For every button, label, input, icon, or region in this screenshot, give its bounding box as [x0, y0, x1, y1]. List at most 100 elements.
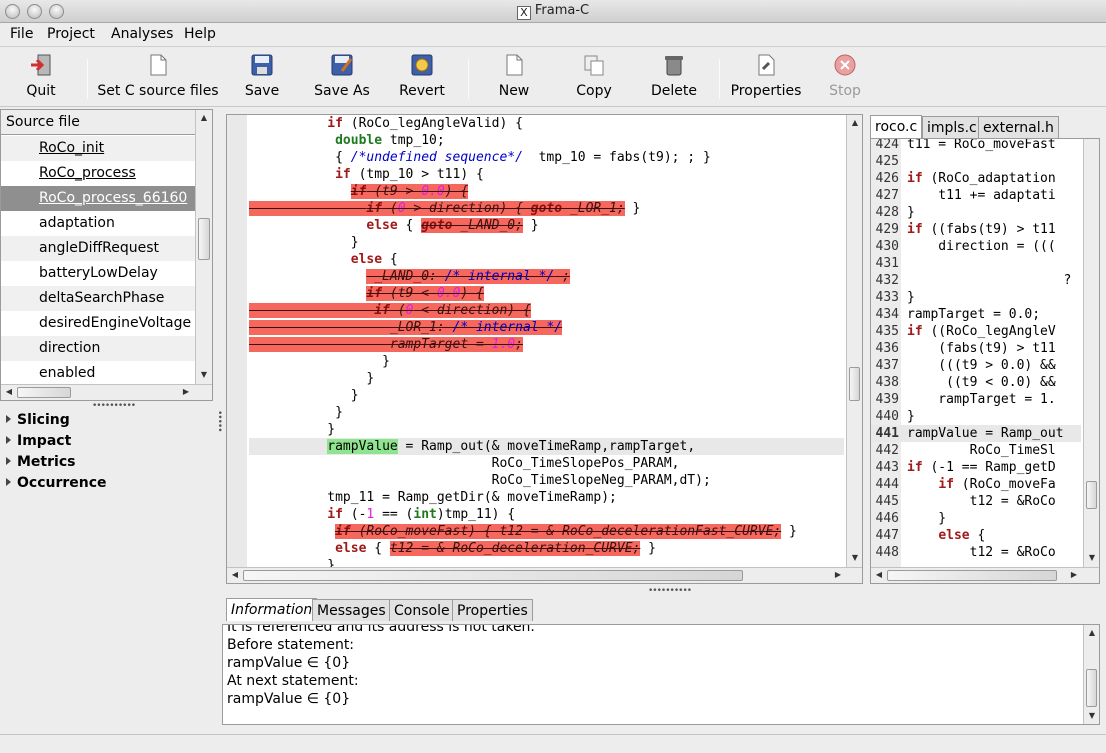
- file-item[interactable]: enabled: [1, 361, 195, 384]
- tab-impls-c[interactable]: impls.c: [922, 116, 982, 138]
- source-line[interactable]: 427 t11 += adaptati: [871, 187, 1081, 204]
- source-line[interactable]: 447 else {: [871, 527, 1081, 544]
- code-line[interactable]: if (RoCo_moveFast) { t12 = & RoCo_decele…: [249, 523, 844, 540]
- code-line[interactable]: RoCo_TimeSlopeNeg_PARAM,dT);: [249, 472, 844, 489]
- file-list-vscrollbar[interactable]: ▲ ▼: [195, 110, 212, 384]
- source-line[interactable]: 434 rampTarget = 0.0;: [871, 306, 1081, 323]
- scroll-thumb[interactable]: [887, 570, 1057, 581]
- cil-code-view[interactable]: if (RoCo_legAngleValid) { double tmp_10;…: [226, 114, 863, 584]
- code-line[interactable]: }: [249, 404, 844, 421]
- source-file-header[interactable]: Source file: [1, 110, 195, 135]
- quit-button[interactable]: Quit: [20, 53, 62, 103]
- source-line[interactable]: 425: [871, 153, 1081, 170]
- code-line[interactable]: rampTarget = 1.0;: [249, 336, 844, 353]
- scroll-down-arrow-icon[interactable]: ▼: [848, 551, 862, 565]
- code-hscrollbar[interactable]: ◀ ▶: [227, 567, 862, 583]
- info-vscrollbar[interactable]: ▲ ▼: [1083, 625, 1099, 724]
- code-line[interactable]: if (-1 == (int)tmp_11) {: [249, 506, 844, 523]
- file-item[interactable]: desiredEngineVoltage: [1, 311, 195, 336]
- scroll-thumb[interactable]: [1086, 481, 1097, 509]
- code-line[interactable]: else {: [249, 251, 844, 268]
- scroll-down-arrow-icon[interactable]: ▼: [1085, 551, 1099, 565]
- scroll-thumb[interactable]: [849, 367, 860, 401]
- code-line[interactable]: if (RoCo_legAngleValid) {: [249, 115, 844, 132]
- code-line[interactable]: _LAND_0: /* internal */ ;: [249, 268, 844, 285]
- source-line[interactable]: 435 if ((RoCo_legAngleV: [871, 323, 1081, 340]
- source-line[interactable]: 443 if (-1 == Ramp_getD: [871, 459, 1081, 476]
- selected-lvalue[interactable]: rampValue: [327, 439, 398, 454]
- code-line[interactable]: }: [249, 557, 844, 567]
- scroll-right-arrow-icon[interactable]: ▶: [831, 568, 845, 582]
- scroll-left-arrow-icon[interactable]: ◀: [2, 385, 16, 399]
- file-item[interactable]: adaptation: [1, 211, 195, 236]
- code-line[interactable]: if (t9 < 0.0) {: [249, 285, 844, 302]
- menu-project[interactable]: Project: [47, 26, 95, 42]
- plugin-slicing[interactable]: Slicing: [6, 412, 70, 428]
- source-line[interactable]: 446 }: [871, 510, 1081, 527]
- scroll-down-arrow-icon[interactable]: ▼: [197, 368, 211, 382]
- stop-button[interactable]: Stop: [826, 53, 864, 103]
- source-line[interactable]: 440}: [871, 408, 1081, 425]
- code-line[interactable]: }: [249, 370, 844, 387]
- source-line[interactable]: 424 t11 = RoCo_moveFast: [871, 139, 1081, 153]
- code-vscrollbar[interactable]: ▲ ▼: [846, 115, 862, 567]
- tab-roco-c[interactable]: roco.c: [870, 115, 923, 138]
- code-line[interactable]: _LOR_1: /* internal */: [249, 319, 844, 336]
- scroll-thumb[interactable]: [198, 218, 210, 260]
- source-code-view[interactable]: 424 t11 = RoCo_moveFast 425 426 if (RoCo_ada…: [870, 138, 1100, 584]
- code-line[interactable]: }: [249, 353, 844, 370]
- scroll-up-arrow-icon[interactable]: ▲: [197, 111, 211, 125]
- source-line[interactable]: 431: [871, 255, 1081, 272]
- code-line[interactable]: }: [249, 421, 844, 438]
- tab-external-h[interactable]: external.h: [978, 116, 1059, 138]
- file-item[interactable]: direction: [1, 336, 195, 361]
- menu-file[interactable]: File: [10, 26, 33, 42]
- code-line[interactable]: if (tmp_10 > t11) {: [249, 166, 844, 183]
- tab-information[interactable]: Information: [226, 598, 318, 621]
- file-item[interactable]: batteryLowDelay: [1, 261, 195, 286]
- plugin-metrics[interactable]: Metrics: [6, 454, 75, 470]
- code-line[interactable]: tmp_11 = Ramp_getDir(& moveTimeRamp);: [249, 489, 844, 506]
- file-item[interactable]: RoCo_process: [1, 161, 195, 186]
- set-sources-button[interactable]: Set C source files: [97, 53, 219, 103]
- code-line[interactable]: if (t9 > 0.0) {: [249, 183, 844, 200]
- source-line[interactable]: 432 ?: [871, 272, 1081, 289]
- scroll-right-arrow-icon[interactable]: ▶: [1067, 568, 1081, 582]
- tab-properties[interactable]: Properties: [452, 599, 533, 621]
- code-line[interactable]: { /*undefined sequence*/ tmp_10 = fabs(t…: [249, 149, 844, 166]
- source-line[interactable]: 428}: [871, 204, 1081, 221]
- tab-messages[interactable]: Messages: [312, 599, 391, 621]
- scroll-thumb[interactable]: [1086, 669, 1097, 707]
- source-line[interactable]: 441 rampValue = Ramp_out: [871, 425, 1081, 442]
- new-button[interactable]: New: [494, 53, 534, 103]
- source-line[interactable]: 426 if (RoCo_adaptation: [871, 170, 1081, 187]
- scroll-right-arrow-icon[interactable]: ▶: [179, 385, 193, 399]
- source-hscrollbar[interactable]: ◀ ▶: [871, 567, 1099, 583]
- scroll-thumb[interactable]: [17, 387, 71, 398]
- save-button[interactable]: Save: [240, 53, 284, 103]
- source-line[interactable]: 444 if (RoCo_moveFa: [871, 476, 1081, 493]
- source-code-content[interactable]: 424 t11 = RoCo_moveFast 425 426 if (RoCo_ada…: [871, 139, 1081, 567]
- plugin-occurrence[interactable]: Occurrence: [6, 475, 107, 491]
- source-line[interactable]: 437 (((t9 > 0.0) &&: [871, 357, 1081, 374]
- save-as-button[interactable]: Save As: [313, 53, 371, 103]
- delete-button[interactable]: Delete: [648, 53, 700, 103]
- menu-analyses[interactable]: Analyses: [111, 26, 173, 42]
- code-content[interactable]: if (RoCo_legAngleValid) { double tmp_10;…: [249, 115, 844, 567]
- pane-resize-grip[interactable]: ••••••••••: [648, 586, 692, 596]
- scroll-up-arrow-icon[interactable]: ▲: [848, 116, 862, 130]
- code-line[interactable]: rampValue = Ramp_out(& moveTimeRamp,ramp…: [249, 438, 844, 455]
- pane-resize-grip[interactable]: •••••: [214, 410, 224, 432]
- code-line[interactable]: double tmp_10;: [249, 132, 844, 149]
- menu-help[interactable]: Help: [184, 26, 216, 42]
- code-line[interactable]: }: [249, 234, 844, 251]
- scroll-thumb[interactable]: [243, 570, 743, 581]
- code-line[interactable]: }: [249, 387, 844, 404]
- scroll-down-arrow-icon[interactable]: ▼: [1085, 709, 1099, 723]
- revert-button[interactable]: Revert: [396, 53, 448, 103]
- properties-button[interactable]: Properties: [730, 53, 802, 103]
- file-item[interactable]: angleDiffRequest: [1, 236, 195, 261]
- source-line[interactable]: 442 RoCo_TimeSl: [871, 442, 1081, 459]
- plugin-impact[interactable]: Impact: [6, 433, 71, 449]
- file-item-selected[interactable]: RoCo_process_66160: [1, 186, 195, 211]
